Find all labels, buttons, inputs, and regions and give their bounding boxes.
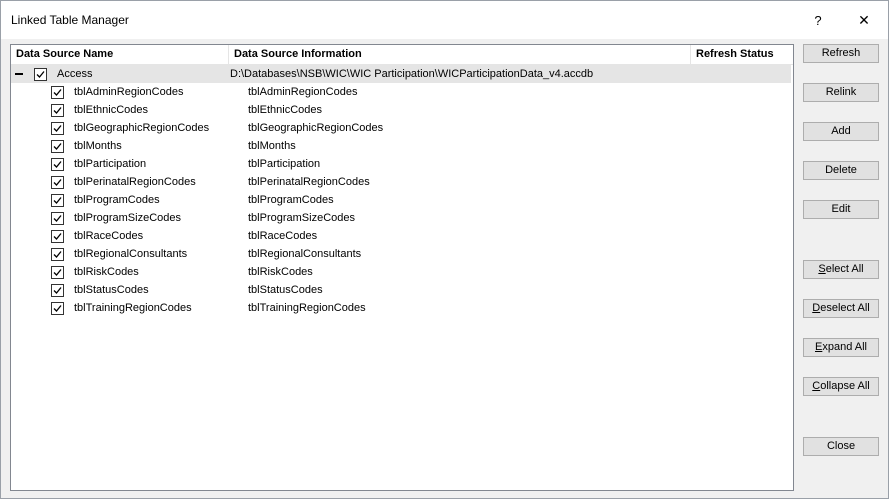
linked-tables-list[interactable]: Data Source Name Data Source Information… <box>10 44 794 491</box>
row-checkbox[interactable] <box>51 212 64 225</box>
checkmark-icon <box>53 251 62 258</box>
row-name: tblRegionalConsultants <box>74 248 188 260</box>
row-info: tblAdminRegionCodes <box>248 86 358 98</box>
deselect-all-label: eselect All <box>820 302 870 314</box>
checkmark-icon <box>53 125 62 132</box>
group-name: Access <box>57 68 93 80</box>
expand-all-label: xpand All <box>822 341 867 353</box>
checkmark-icon <box>53 287 62 294</box>
checkmark-icon <box>53 197 62 204</box>
collapse-all-label: ollapse All <box>820 380 870 392</box>
table-row[interactable]: tblRegionalConsultants tblRegionalConsult… <box>11 245 791 263</box>
list-header: Data Source Name Data Source Information… <box>11 45 793 65</box>
row-info: tblTrainingRegionCodes <box>248 302 366 314</box>
deselect-all-button[interactable]: Deselect All <box>803 299 879 318</box>
title-bar: Linked Table Manager ? ✕ <box>1 1 888 39</box>
select-all-label: elect All <box>825 263 864 275</box>
expand-all-button[interactable]: Expand All <box>803 338 879 357</box>
row-name: tblEthnicCodes <box>74 104 148 116</box>
select-all-mnemonic: S <box>818 263 826 275</box>
row-name: tblProgramCodes <box>74 194 160 206</box>
table-row[interactable]: tblParticipation tblParticipation <box>11 155 791 173</box>
collapse-toggle-icon[interactable] <box>15 73 23 75</box>
row-info: tblParticipation <box>248 158 321 170</box>
row-checkbox[interactable] <box>51 194 64 207</box>
row-info: tblGeographicRegionCodes <box>248 122 384 134</box>
checkmark-icon <box>53 161 62 168</box>
refresh-button[interactable]: Refresh <box>803 44 879 63</box>
table-row[interactable]: tblPerinatalRegionCodes tblPerinatalRegio… <box>11 173 791 191</box>
linked-table-manager-dialog: Linked Table Manager ? ✕ Data Source Nam… <box>0 0 889 499</box>
row-name: tblGeographicRegionCodes <box>74 122 210 134</box>
column-header-status[interactable]: Refresh Status <box>691 45 791 64</box>
table-row[interactable]: tblProgramCodes tblProgramCodes <box>11 191 791 209</box>
row-info: tblEthnicCodes <box>248 104 322 116</box>
help-button[interactable]: ? <box>795 1 841 39</box>
checkmark-icon <box>53 89 62 96</box>
row-info: tblRiskCodes <box>248 266 313 278</box>
column-header-name[interactable]: Data Source Name <box>11 45 229 64</box>
column-header-info[interactable]: Data Source Information <box>229 45 691 64</box>
checkmark-icon <box>36 71 45 78</box>
collapse-all-button[interactable]: Collapse All <box>803 377 879 396</box>
row-info: tblPerinatalRegionCodes <box>248 176 370 188</box>
row-name: tblRaceCodes <box>74 230 144 242</box>
row-checkbox[interactable] <box>51 158 64 171</box>
row-checkbox[interactable] <box>51 122 64 135</box>
table-row[interactable]: tblProgramSizeCodes tblProgramSizeCodes <box>11 209 791 227</box>
group-checkbox[interactable] <box>34 68 47 81</box>
deselect-all-mnemonic: D <box>812 302 821 314</box>
table-row[interactable]: tblEthnicCodes tblEthnicCodes <box>11 101 791 119</box>
row-checkbox[interactable] <box>51 230 64 243</box>
row-info: tblProgramCodes <box>248 194 334 206</box>
group-row-access[interactable]: Access D:\Databases\NSB\WIC\WIC Particip… <box>11 65 791 83</box>
row-name: tblParticipation <box>74 158 147 170</box>
row-name: tblAdminRegionCodes <box>74 86 184 98</box>
checkmark-icon <box>53 269 62 276</box>
table-row[interactable]: tblAdminRegionCodes tblAdminRegionCodes <box>11 83 791 101</box>
row-name: tblProgramSizeCodes <box>74 212 181 224</box>
table-row[interactable]: tblGeographicRegionCodes tblGeographicReg… <box>11 119 791 137</box>
table-row[interactable]: tblTrainingRegionCodes tblTrainingRegionC… <box>11 299 791 317</box>
row-name: tblMonths <box>74 140 122 152</box>
dialog-title: Linked Table Manager <box>11 13 129 27</box>
delete-button[interactable]: Delete <box>803 161 879 180</box>
collapse-all-mnemonic: C <box>812 380 821 392</box>
row-info: tblProgramSizeCodes <box>248 212 355 224</box>
table-row[interactable]: tblRiskCodes tblRiskCodes <box>11 263 791 281</box>
row-name: tblTrainingRegionCodes <box>74 302 192 314</box>
row-checkbox[interactable] <box>51 140 64 153</box>
table-row[interactable]: tblRaceCodes tblRaceCodes <box>11 227 791 245</box>
close-button[interactable]: Close <box>803 437 879 456</box>
row-name: tblStatusCodes <box>74 284 149 296</box>
checkmark-icon <box>53 143 62 150</box>
row-checkbox[interactable] <box>51 104 64 117</box>
row-name: tblRiskCodes <box>74 266 139 278</box>
row-checkbox[interactable] <box>51 302 64 315</box>
edit-button[interactable]: Edit <box>803 200 879 219</box>
checkmark-icon <box>53 305 62 312</box>
group-path: D:\Databases\NSB\WIC\WIC Participation\W… <box>230 68 594 80</box>
row-checkbox[interactable] <box>51 266 64 279</box>
row-info: tblMonths <box>248 140 296 152</box>
row-checkbox[interactable] <box>51 176 64 189</box>
row-info: tblRaceCodes <box>248 230 318 242</box>
table-row[interactable]: tblMonths tblMonths <box>11 137 791 155</box>
relink-button[interactable]: Relink <box>803 83 879 102</box>
checkmark-icon <box>53 233 62 240</box>
checkmark-icon <box>53 215 62 222</box>
checkmark-icon <box>53 179 62 186</box>
row-checkbox[interactable] <box>51 284 64 297</box>
row-info: tblStatusCodes <box>248 284 323 296</box>
row-checkbox[interactable] <box>51 86 64 99</box>
row-checkbox[interactable] <box>51 248 64 261</box>
close-icon[interactable]: ✕ <box>841 1 887 39</box>
select-all-button[interactable]: Select All <box>803 260 879 279</box>
checkmark-icon <box>53 107 62 114</box>
table-row[interactable]: tblStatusCodes tblStatusCodes <box>11 281 791 299</box>
add-button[interactable]: Add <box>803 122 879 141</box>
row-info: tblRegionalConsultants <box>248 248 362 260</box>
row-name: tblPerinatalRegionCodes <box>74 176 196 188</box>
